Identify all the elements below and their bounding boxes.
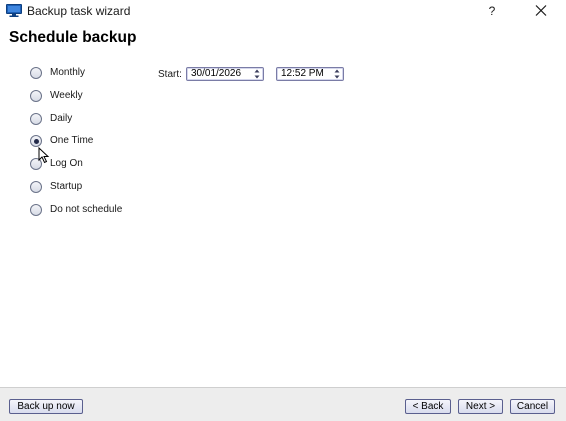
- radio-button[interactable]: [30, 181, 42, 193]
- radio-daily[interactable]: Daily: [30, 112, 170, 128]
- page-title: Schedule backup: [9, 29, 137, 46]
- radio-label: Log On: [50, 158, 83, 169]
- start-time-field[interactable]: 12:52 PM: [276, 67, 344, 81]
- title-bar: Backup task wizard ?: [0, 0, 566, 22]
- radio-weekly[interactable]: Weekly: [30, 89, 170, 105]
- radio-one-time[interactable]: One Time: [30, 134, 170, 150]
- radio-button[interactable]: [30, 90, 42, 102]
- start-label: Start:: [158, 69, 182, 80]
- window-title: Backup task wizard: [27, 4, 131, 18]
- cancel-button[interactable]: Cancel: [510, 399, 555, 414]
- start-date-value: 30/01/2026: [191, 68, 242, 79]
- radio-button[interactable]: [30, 113, 42, 125]
- start-time-value: 12:52 PM: [281, 68, 324, 79]
- radio-label: Do not schedule: [50, 204, 123, 215]
- next-button[interactable]: Next >: [458, 399, 503, 414]
- radio-button-selected[interactable]: [30, 135, 42, 147]
- radio-button[interactable]: [30, 158, 42, 170]
- footer: Back up now < Back Next > Cancel: [0, 387, 566, 421]
- radio-label: One Time: [50, 135, 94, 146]
- spin-arrows-icon[interactable]: [334, 69, 340, 79]
- radio-do-not-schedule[interactable]: Do not schedule: [30, 203, 170, 219]
- help-button[interactable]: ?: [484, 2, 500, 20]
- radio-log-on[interactable]: Log On: [30, 157, 170, 173]
- radio-startup[interactable]: Startup: [30, 180, 170, 196]
- radio-button[interactable]: [30, 204, 42, 216]
- radio-label: Weekly: [50, 90, 83, 101]
- spin-arrows-icon[interactable]: [254, 69, 260, 79]
- close-icon[interactable]: [532, 3, 550, 19]
- back-button[interactable]: < Back: [405, 399, 451, 414]
- radio-monthly[interactable]: Monthly: [30, 66, 170, 82]
- radio-button[interactable]: [30, 67, 42, 79]
- start-date-field[interactable]: 30/01/2026: [186, 67, 264, 81]
- monitor-icon: [6, 4, 22, 17]
- radio-label: Monthly: [50, 67, 86, 78]
- radio-label: Daily: [50, 113, 73, 124]
- back-up-now-button[interactable]: Back up now: [9, 399, 83, 414]
- radio-label: Startup: [50, 181, 83, 192]
